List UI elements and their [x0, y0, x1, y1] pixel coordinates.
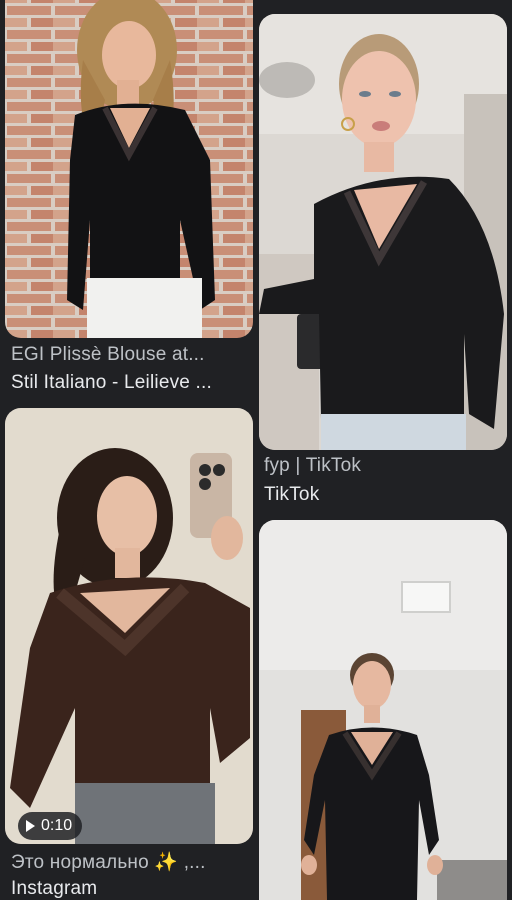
image-result-card[interactable]	[256, 515, 512, 900]
image-result-card[interactable]: 0:10 Это нормально ✨ ,... Instagram	[0, 400, 256, 900]
result-source[interactable]: TikTok	[264, 484, 504, 506]
brick-wall-photo	[5, 0, 253, 338]
result-source[interactable]: Instagram	[11, 878, 251, 900]
mirror-selfie-photo	[5, 408, 253, 844]
result-title[interactable]: fyp | TikTok	[264, 455, 504, 477]
image-result-card[interactable]: fyp | TikTok TikTok	[256, 0, 512, 515]
result-thumbnail[interactable]	[259, 520, 507, 900]
result-thumbnail[interactable]	[5, 408, 253, 844]
result-title[interactable]: EGI Plissè Blouse at...	[11, 344, 251, 366]
result-thumbnail[interactable]	[259, 14, 507, 450]
selfie-photo	[259, 14, 507, 450]
video-duration: 0:10	[41, 817, 73, 834]
video-duration-badge: 0:10	[18, 812, 83, 840]
result-thumbnail[interactable]	[5, 0, 253, 338]
image-results-grid: ng	[0, 0, 512, 900]
play-icon	[26, 820, 35, 832]
result-title[interactable]: Это нормально ✨ ,...	[11, 850, 251, 874]
full-body-photo	[259, 520, 507, 900]
image-result-card[interactable]: EGI Plissè Blouse at... Stil Italiano - …	[0, 0, 256, 400]
result-source[interactable]: Stil Italiano - Leilieve ...	[11, 372, 251, 394]
